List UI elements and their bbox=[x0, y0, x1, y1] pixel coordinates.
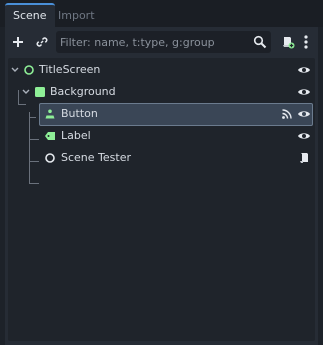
chain-link-icon bbox=[36, 37, 48, 47]
add-node-button[interactable] bbox=[8, 32, 28, 52]
tree-item-titlescreen[interactable]: TitleScreen bbox=[8, 59, 315, 81]
tree-item-background[interactable]: Background bbox=[8, 81, 315, 103]
scene-tree: TitleScreen Background Button Label Scen… bbox=[8, 58, 315, 341]
eye-visibility-icon[interactable] bbox=[297, 108, 311, 120]
tree-item-button[interactable]: Button bbox=[8, 103, 315, 126]
chevron-down-icon[interactable] bbox=[21, 87, 31, 97]
tree-guide-line bbox=[29, 183, 39, 184]
attach-script-icon bbox=[283, 37, 295, 49]
colorrect-icon bbox=[35, 87, 45, 97]
eye-visibility-icon[interactable] bbox=[297, 64, 311, 76]
scene-toolbar bbox=[5, 27, 318, 57]
scene-menu-button[interactable] bbox=[299, 32, 313, 52]
vertical-dots-icon bbox=[304, 35, 308, 49]
tree-item-label: Button bbox=[61, 107, 98, 120]
node-filter-field[interactable] bbox=[56, 31, 271, 53]
script-icon[interactable] bbox=[297, 152, 311, 164]
eye-visibility-icon[interactable] bbox=[297, 130, 311, 142]
tab-import[interactable]: Import bbox=[50, 4, 103, 27]
button-icon bbox=[45, 109, 55, 119]
attach-script-button[interactable] bbox=[278, 32, 298, 52]
node2d-circle-icon bbox=[24, 65, 34, 75]
node-circle-icon bbox=[45, 153, 55, 163]
tree-item-label: TitleScreen bbox=[39, 63, 101, 76]
magnifier-icon bbox=[253, 35, 267, 49]
node-filter-input[interactable] bbox=[60, 31, 248, 53]
chevron-down-icon[interactable] bbox=[10, 65, 20, 75]
eye-visibility-icon[interactable] bbox=[297, 86, 311, 98]
plus-icon bbox=[13, 37, 23, 47]
tree-item-label: Scene Tester bbox=[61, 151, 131, 164]
tree-item-label: Background bbox=[50, 85, 116, 98]
instance-scene-button[interactable] bbox=[32, 32, 52, 52]
signal-connection-icon[interactable] bbox=[281, 108, 293, 120]
tree-item-scene-tester[interactable]: Scene Tester bbox=[8, 147, 315, 169]
label-icon bbox=[45, 132, 55, 140]
tree-item-label: Label bbox=[61, 129, 91, 142]
scene-dock-panel: TitleScreen Background Button Label bbox=[5, 27, 318, 345]
tree-item-label-node[interactable]: Label bbox=[8, 125, 315, 147]
dock-tab-bar: Scene Import bbox=[0, 0, 323, 27]
tab-scene[interactable]: Scene bbox=[5, 3, 55, 27]
